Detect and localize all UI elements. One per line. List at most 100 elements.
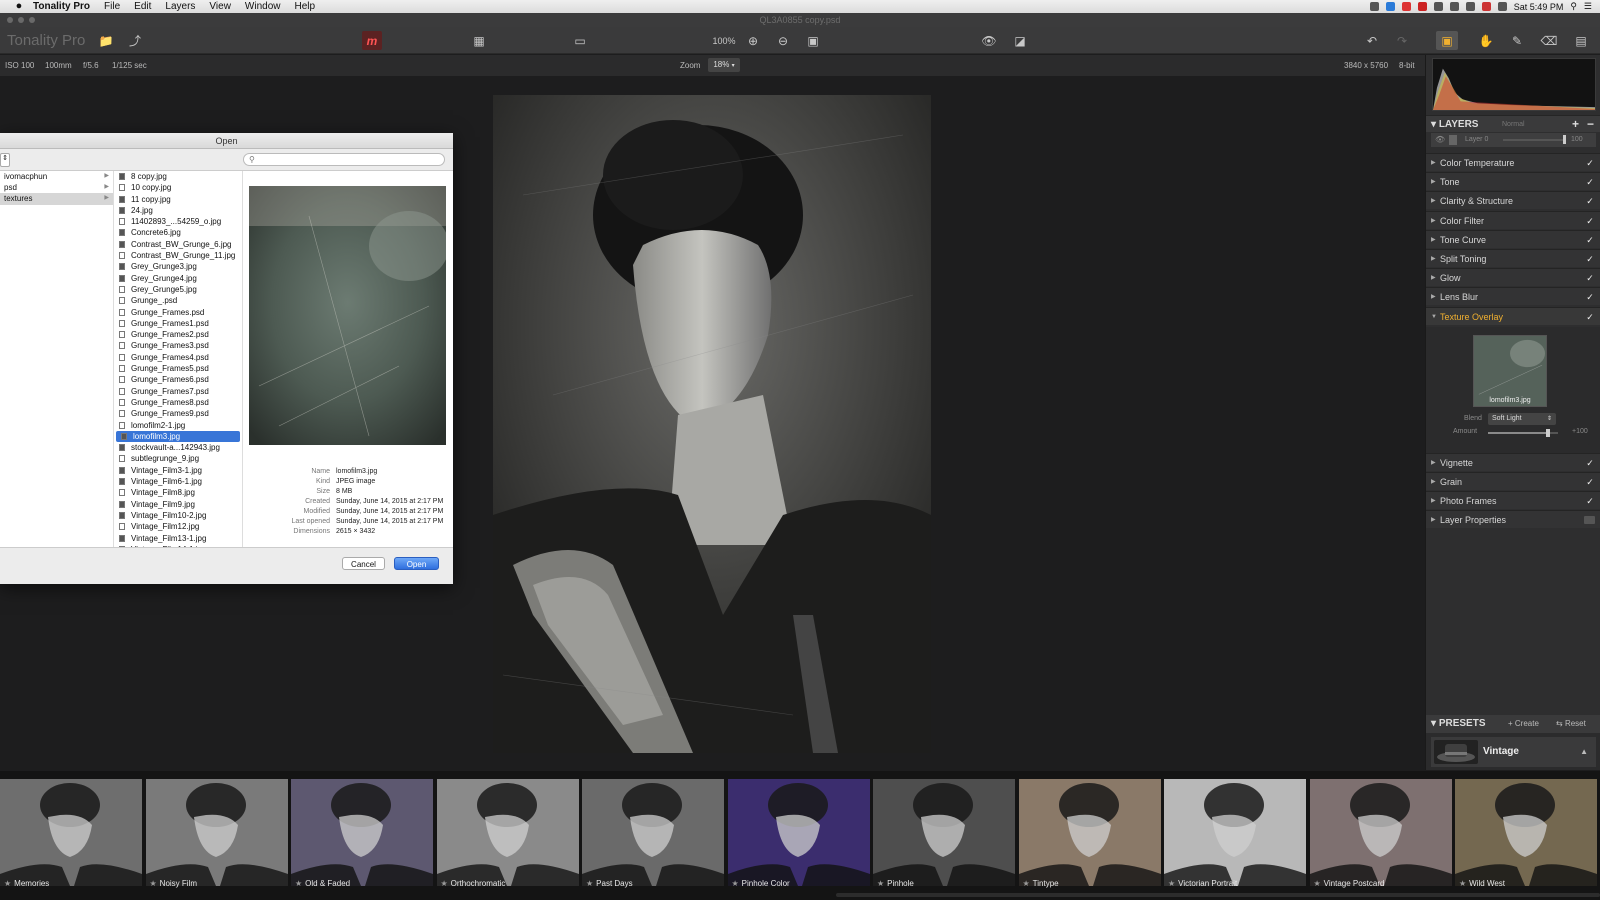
clock[interactable]: Sat 5:49 PM bbox=[1514, 2, 1564, 12]
eraser-tool-icon[interactable]: ⌫ bbox=[1540, 31, 1558, 50]
fit-screen-icon[interactable]: ▣ bbox=[805, 31, 821, 50]
chevron-right-icon[interactable]: ▶ bbox=[1431, 192, 1436, 210]
adjustment-color-filter[interactable]: ▶ Color Filter ✓ bbox=[1426, 210, 1600, 229]
spotlight-icon[interactable]: ⚲ bbox=[1570, 1, 1577, 12]
adjustment-split-toning[interactable]: ▶ Split Toning ✓ bbox=[1426, 249, 1600, 267]
file-item[interactable]: 10 copy.jpg bbox=[114, 182, 242, 193]
preset-thumbnail[interactable] bbox=[1018, 779, 1161, 886]
preset-label[interactable]: ★ Victorian Portrait bbox=[1168, 879, 1237, 888]
panel-toggle-icon[interactable]: ▤ bbox=[1570, 31, 1592, 50]
adjustment-color-temperature[interactable]: ▶ Color Temperature ✓ bbox=[1426, 153, 1600, 171]
favorite-star-icon[interactable]: ★ bbox=[4, 879, 11, 888]
enabled-checkmark-icon[interactable]: ✓ bbox=[1585, 158, 1595, 168]
enabled-checkmark-icon[interactable]: ✓ bbox=[1585, 235, 1595, 245]
file-item[interactable]: Grey_Grunge5.jpg bbox=[114, 284, 242, 295]
file-item[interactable]: 11 copy.jpg bbox=[114, 194, 242, 205]
redo-icon[interactable]: ↷ bbox=[1393, 31, 1411, 50]
flag-icon[interactable] bbox=[1481, 2, 1491, 11]
file-item[interactable]: Grunge_Frames6.psd bbox=[114, 374, 242, 385]
time-machine-icon[interactable] bbox=[1433, 2, 1443, 11]
favorite-star-icon[interactable]: ★ bbox=[150, 879, 157, 888]
plugin-m-button[interactable]: m bbox=[362, 31, 382, 50]
minimize-window-button[interactable] bbox=[18, 17, 24, 23]
enabled-checkmark-icon[interactable]: ✓ bbox=[1585, 216, 1595, 226]
menu-help[interactable]: Help bbox=[295, 1, 316, 12]
location-popup[interactable]: ⇕ bbox=[0, 153, 10, 167]
favorite-star-icon[interactable]: ★ bbox=[441, 879, 448, 888]
adjustment-grain[interactable]: ▶ Grain ✓ bbox=[1426, 471, 1600, 491]
open-button[interactable]: Open bbox=[394, 557, 439, 570]
remove-layer-icon[interactable]: − bbox=[1587, 116, 1594, 133]
preset-category-select[interactable]: Vintage ▲ bbox=[1431, 737, 1596, 767]
file-item[interactable]: Contrast_BW_Grunge_6.jpg bbox=[114, 239, 242, 250]
file-item[interactable]: Vintage_Film9.jpg bbox=[114, 499, 242, 510]
adjustment-lens-blur[interactable]: ▶ Lens Blur ✓ bbox=[1426, 287, 1600, 306]
preset-thumbnail[interactable] bbox=[1309, 779, 1452, 886]
file-item[interactable]: Vintage_Film3-1.jpg bbox=[114, 465, 242, 476]
chevron-right-icon[interactable]: ▶ bbox=[1431, 492, 1436, 510]
file-item[interactable]: 11402893_...54259_o.jpg bbox=[114, 216, 242, 227]
browse-grid-icon[interactable]: ▦ bbox=[470, 31, 488, 50]
adjustment-photo-frames[interactable]: ▶ Photo Frames ✓ bbox=[1426, 491, 1600, 509]
menu-edit[interactable]: Edit bbox=[134, 1, 151, 12]
close-window-button[interactable] bbox=[7, 17, 13, 23]
zoom-window-button[interactable] bbox=[29, 17, 35, 23]
layer-visibility-icon[interactable]: 👁 bbox=[1435, 135, 1445, 144]
compare-view-icon[interactable]: ▭ bbox=[571, 31, 589, 50]
file-item[interactable]: Grunge_Frames.psd bbox=[114, 307, 242, 318]
volume-icon[interactable] bbox=[1497, 2, 1507, 11]
menu-window[interactable]: Window bbox=[245, 1, 281, 12]
enabled-checkmark-icon[interactable]: ✓ bbox=[1585, 312, 1595, 322]
enabled-checkmark-icon[interactable]: ✓ bbox=[1585, 496, 1595, 506]
file-item-selected[interactable]: lomofilm3.jpg bbox=[116, 430, 240, 443]
favorite-star-icon[interactable]: ★ bbox=[295, 879, 302, 888]
chevron-right-icon[interactable]: ▶ bbox=[1431, 154, 1436, 172]
chevron-right-icon[interactable]: ▶ bbox=[1431, 473, 1436, 491]
presets-header[interactable]: ▾ PRESETS + Create ⇆ Reset bbox=[1426, 715, 1600, 733]
zoom-100-button[interactable]: 100% bbox=[711, 31, 737, 50]
adjustment-clarity-structure[interactable]: ▶ Clarity & Structure ✓ bbox=[1426, 191, 1600, 210]
file-item[interactable]: Grunge_Frames3.psd bbox=[114, 340, 242, 351]
enabled-checkmark-icon[interactable]: ✓ bbox=[1585, 292, 1595, 302]
create-preset-button[interactable]: + Create bbox=[1508, 715, 1539, 733]
preset-thumbnail[interactable] bbox=[1455, 779, 1597, 886]
preset-label[interactable]: ★ Noisy Film bbox=[150, 879, 198, 888]
tray-app-icon[interactable] bbox=[1401, 2, 1411, 11]
file-item[interactable]: Concrete6.jpg bbox=[114, 227, 242, 238]
favorite-star-icon[interactable]: ★ bbox=[1023, 879, 1030, 888]
notification-center-icon[interactable]: ☰ bbox=[1584, 1, 1592, 12]
search-field[interactable]: ⚲ bbox=[243, 153, 445, 166]
favorite-star-icon[interactable]: ★ bbox=[1314, 879, 1321, 888]
file-item[interactable]: Vintage_Film6-1.jpg bbox=[114, 476, 242, 487]
preset-label[interactable]: ★ Tintype bbox=[1023, 879, 1059, 888]
enabled-checkmark-icon[interactable]: ✓ bbox=[1585, 458, 1595, 468]
layer-row[interactable]: 👁 Layer 0 100 bbox=[1431, 133, 1596, 147]
main-photo[interactable] bbox=[493, 95, 931, 753]
enabled-checkmark-icon[interactable]: ✓ bbox=[1585, 477, 1595, 487]
preset-label[interactable]: ★ Pinhole bbox=[877, 879, 914, 888]
menu-file[interactable]: File bbox=[104, 1, 120, 12]
file-item[interactable]: Grunge_Frames4.psd bbox=[114, 352, 242, 363]
preset-thumbnail[interactable] bbox=[436, 779, 579, 886]
enabled-checkmark-icon[interactable]: ✓ bbox=[1585, 254, 1595, 264]
favorite-star-icon[interactable]: ★ bbox=[586, 879, 593, 888]
menu-view[interactable]: View bbox=[209, 1, 231, 12]
blend-mode[interactable]: Normal bbox=[1502, 116, 1525, 133]
skype-icon[interactable] bbox=[1385, 2, 1395, 11]
disabled-toggle[interactable] bbox=[1584, 516, 1595, 525]
amount-knob[interactable] bbox=[1545, 429, 1550, 437]
blend-select[interactable]: Soft Light ⇕ bbox=[1488, 413, 1556, 425]
preset-label[interactable]: ★ Orthochromatic bbox=[441, 879, 506, 888]
preset-label[interactable]: ★ Old & Faded bbox=[295, 879, 350, 888]
zoom-in-icon[interactable]: ⊕ bbox=[746, 31, 760, 50]
preview-eye-icon[interactable]: 👁 bbox=[980, 31, 998, 50]
reset-button[interactable]: ⇆ Reset bbox=[1556, 715, 1586, 733]
image-view-icon[interactable]: ▣ bbox=[1436, 31, 1458, 50]
folder-item-selected[interactable]: textures ▶ bbox=[0, 193, 113, 205]
file-item[interactable]: Vintage_Film10-2.jpg bbox=[114, 510, 242, 521]
preset-thumbnail[interactable] bbox=[873, 779, 1015, 886]
file-item[interactable]: stockvault-a...142943.jpg bbox=[114, 442, 242, 453]
adjustment-texture-overlay[interactable]: ▼ Texture Overlay ✓ bbox=[1426, 306, 1600, 325]
preset-thumbnail[interactable] bbox=[145, 779, 288, 886]
enabled-checkmark-icon[interactable]: ✓ bbox=[1585, 273, 1595, 283]
